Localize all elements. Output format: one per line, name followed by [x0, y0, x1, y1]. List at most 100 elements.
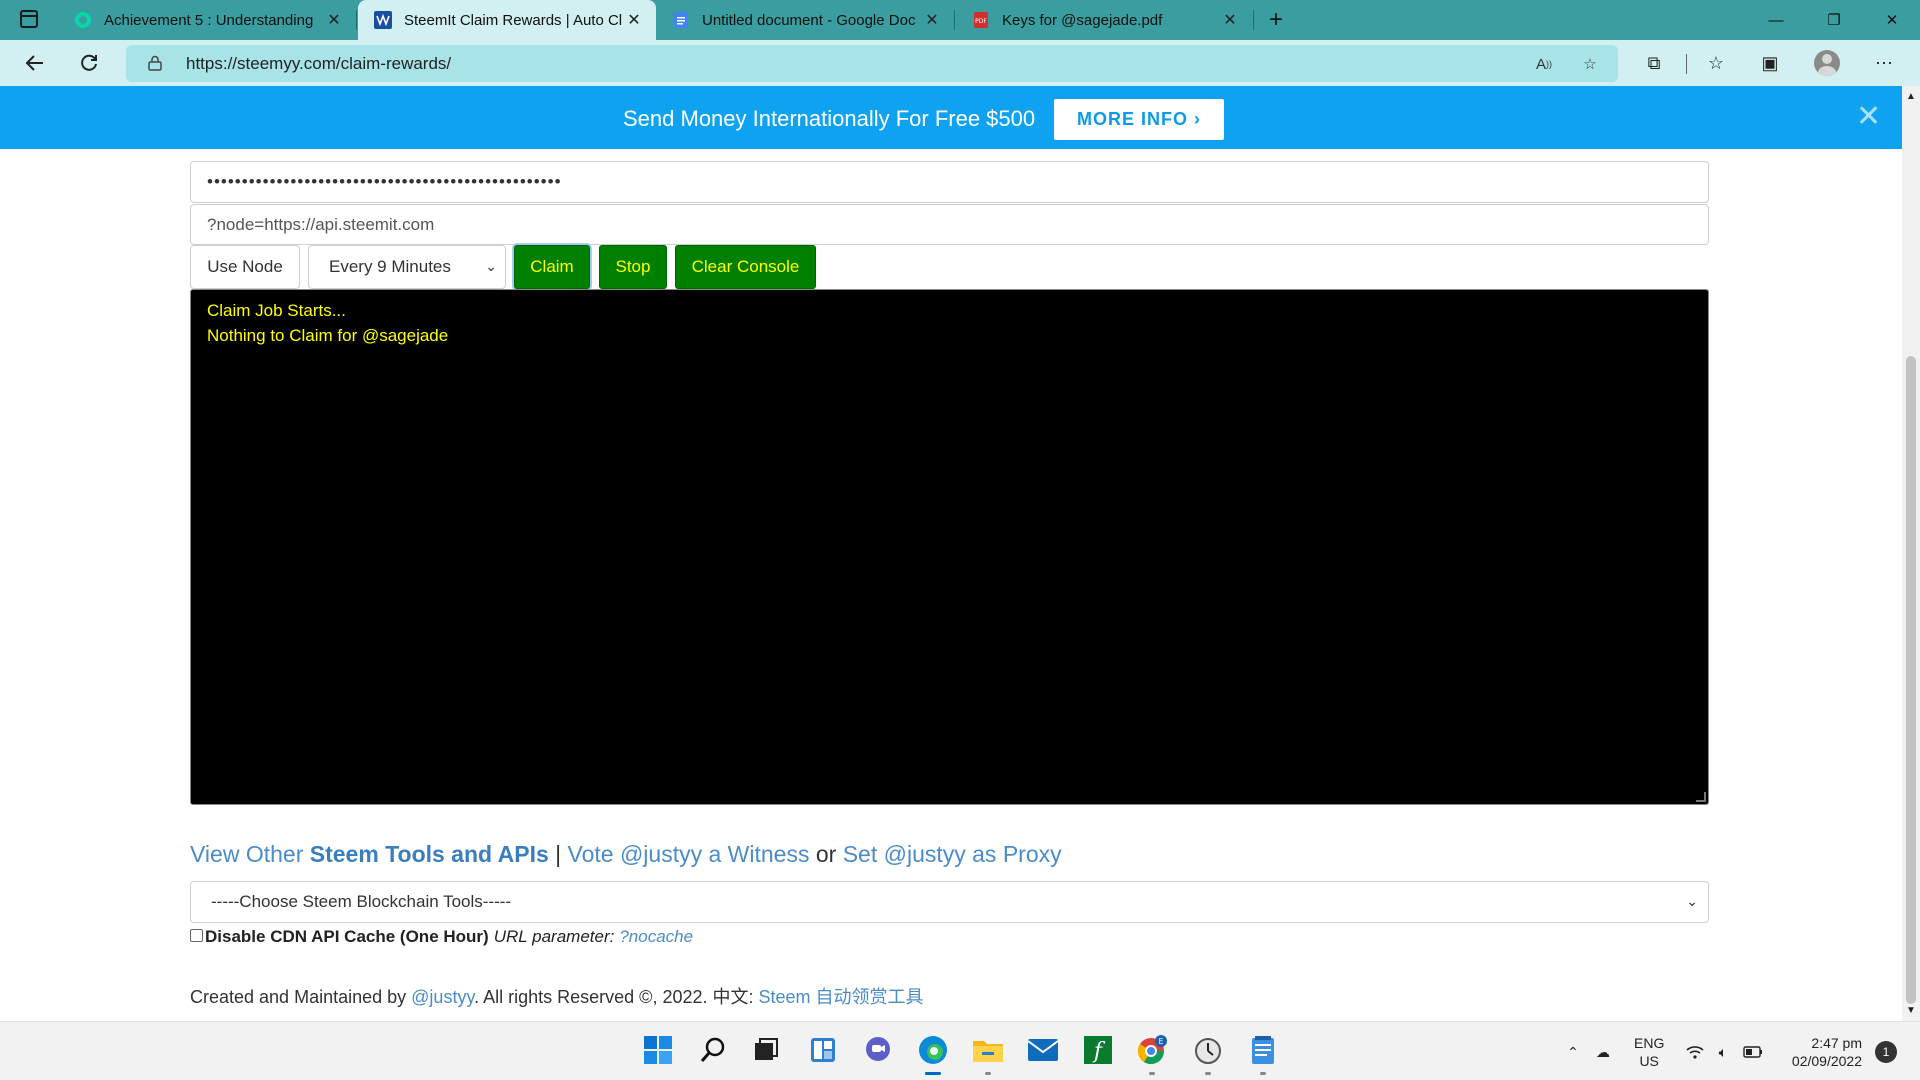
- tab-close-icon[interactable]: ✕: [322, 8, 346, 32]
- volume-icon[interactable]: 🔈︎: [1712, 1042, 1734, 1062]
- console-line: Nothing to Claim for @sagejade: [207, 326, 449, 345]
- footer-middle: . All rights Reserved ©, 2022. 中文:: [474, 987, 759, 1007]
- widgets-icon[interactable]: [805, 1032, 841, 1068]
- interval-selected-value: Every 9 Minutes: [329, 257, 451, 276]
- console-output[interactable]: Claim Job Starts... Nothing to Claim for…: [190, 289, 1709, 805]
- disable-cdn-checkbox[interactable]: [190, 928, 203, 942]
- favorites-icon[interactable]: ☆: [1702, 49, 1730, 77]
- nocache-link[interactable]: ?nocache: [619, 927, 693, 947]
- extensions-puzzle-icon[interactable]: ⧉: [1640, 49, 1668, 77]
- ad-banner: Send Money Internationally For Free $500…: [0, 86, 1902, 149]
- node-input[interactable]: ?node=https://api.steemit.com: [190, 204, 1709, 245]
- tab-close-icon[interactable]: ✕: [622, 8, 646, 32]
- collections-icon[interactable]: ▣: [1756, 49, 1784, 77]
- view-other-link-text[interactable]: View Other: [190, 841, 310, 867]
- edge-browser-icon[interactable]: [915, 1032, 951, 1068]
- chevron-down-icon: ⌄: [1686, 893, 1698, 909]
- f-app-icon[interactable]: f: [1080, 1032, 1116, 1068]
- url-parameter-label: URL parameter:: [493, 927, 615, 946]
- running-app-indicator: [1260, 1072, 1266, 1075]
- ad-more-info-button[interactable]: MORE INFO ›: [1054, 99, 1224, 140]
- clock-app-icon[interactable]: [1190, 1032, 1226, 1068]
- scroll-thumb[interactable]: [1906, 356, 1916, 1004]
- scroll-down-arrow-icon[interactable]: ▼: [1906, 1006, 1916, 1016]
- browser-toolbar: https://steemyy.com/claim-rewards/ A)) ☆…: [0, 40, 1920, 86]
- tab-close-icon[interactable]: ✕: [1218, 8, 1242, 32]
- chrome-profile-icon[interactable]: E: [1134, 1032, 1170, 1068]
- url-text: https://steemyy.com/claim-rewards/: [186, 54, 452, 73]
- region-code: US: [1639, 1053, 1659, 1069]
- ad-close-icon[interactable]: ✕: [1856, 102, 1881, 132]
- running-app-indicator: [1149, 1072, 1155, 1075]
- tab-close-icon[interactable]: ✕: [920, 8, 944, 32]
- show-hidden-icons-chevron-icon[interactable]: ⌃: [1562, 1042, 1584, 1062]
- steemyy-favicon-icon: [374, 11, 392, 29]
- tab-google-doc[interactable]: Untitled document - Google Doc ✕: [656, 0, 954, 40]
- active-app-indicator: [925, 1072, 941, 1075]
- windows-start-icon[interactable]: [640, 1032, 676, 1068]
- read-aloud-icon[interactable]: A)): [1532, 52, 1556, 76]
- restore-icon[interactable]: ❐: [1806, 0, 1862, 40]
- taskbar-clock[interactable]: 2:47 pm 02/09/2022: [1782, 1034, 1862, 1070]
- use-node-button[interactable]: Use Node: [190, 245, 300, 289]
- profile-avatar[interactable]: [1814, 50, 1840, 76]
- close-window-icon[interactable]: ✕: [1864, 0, 1920, 40]
- stop-button[interactable]: Stop: [599, 245, 667, 289]
- chevron-down-icon: ⌄: [485, 258, 497, 274]
- claim-button[interactable]: Claim: [514, 245, 590, 289]
- tab-keys-pdf[interactable]: PDF Keys for @sagejade.pdf ✕: [956, 0, 1252, 40]
- teams-chat-icon[interactable]: [860, 1032, 896, 1068]
- console-line: Claim Job Starts...: [207, 301, 346, 320]
- file-explorer-icon[interactable]: [970, 1032, 1006, 1068]
- pdf-favicon-icon: PDF: [974, 12, 988, 28]
- mail-icon[interactable]: [1025, 1032, 1061, 1068]
- chinese-tool-link[interactable]: Steem 自动领赏工具: [759, 987, 924, 1007]
- address-bar[interactable]: https://steemyy.com/claim-rewards/ A)) ☆: [126, 45, 1618, 82]
- link-separator: |: [548, 841, 568, 867]
- battery-icon[interactable]: [1742, 1042, 1764, 1062]
- footer-prefix: Created and Maintained by: [190, 987, 412, 1007]
- tab-label: SteemIt Claim Rewards | Auto Cl: [404, 11, 622, 29]
- cdn-cache-option: Disable CDN API Cache (One Hour) URL par…: [190, 927, 693, 947]
- posting-key-input[interactable]: ••••••••••••••••••••••••••••••••••••••••…: [190, 161, 1709, 203]
- clock-time: 2:47 pm: [1811, 1035, 1862, 1051]
- tab-actions-icon[interactable]: [12, 8, 46, 32]
- set-proxy-link[interactable]: Set @justyy as Proxy: [843, 841, 1062, 867]
- page-footer: Created and Maintained by @justyy. All r…: [190, 983, 924, 1009]
- notification-badge[interactable]: 1: [1875, 1041, 1897, 1063]
- add-favorite-star-icon[interactable]: ☆: [1578, 52, 1602, 76]
- scroll-up-arrow-icon[interactable]: ▲: [1906, 92, 1916, 102]
- task-view-icon[interactable]: [748, 1032, 784, 1068]
- tab-steemit-claim-rewards[interactable]: SteemIt Claim Rewards | Auto Cl ✕: [358, 0, 656, 40]
- svg-text:PDF: PDF: [975, 18, 987, 25]
- new-tab-plus-icon[interactable]: +: [1262, 6, 1290, 34]
- tab-label: Keys for @sagejade.pdf: [1002, 11, 1163, 29]
- tab-achievement[interactable]: Achievement 5 : Understanding ✕: [58, 0, 356, 40]
- running-app-indicator: [985, 1072, 991, 1075]
- svg-text:E: E: [1158, 1037, 1163, 1046]
- page-scrollbar[interactable]: ▲ ▼: [1902, 86, 1920, 1021]
- toolbar-divider: [1686, 54, 1687, 74]
- wifi-icon[interactable]: [1684, 1042, 1706, 1062]
- language-indicator[interactable]: ENG US: [1634, 1034, 1664, 1070]
- tab-divider: [1253, 10, 1254, 30]
- back-arrow-icon[interactable]: [18, 46, 52, 80]
- search-icon[interactable]: [695, 1032, 731, 1068]
- author-link[interactable]: @justyy: [411, 987, 474, 1007]
- vote-witness-link[interactable]: Vote @justyy a Witness: [568, 841, 810, 867]
- more-menu-icon[interactable]: ⋯: [1870, 49, 1898, 77]
- resize-grip-icon[interactable]: [1696, 792, 1706, 802]
- notepad-icon[interactable]: [1245, 1032, 1281, 1068]
- steem-tools-link[interactable]: Steem Tools and APIs: [310, 841, 549, 867]
- steem-tools-select[interactable]: -----Choose Steem Blockchain Tools----- …: [190, 881, 1709, 923]
- onedrive-cloud-icon[interactable]: ☁: [1592, 1042, 1614, 1062]
- refresh-icon[interactable]: [72, 46, 106, 80]
- tab-label: Untitled document - Google Doc: [702, 11, 916, 29]
- lock-icon: [148, 55, 162, 71]
- google-docs-favicon-icon: [674, 12, 688, 28]
- interval-select[interactable]: Every 9 Minutes ⌄: [308, 245, 506, 289]
- clear-console-button[interactable]: Clear Console: [675, 245, 816, 289]
- minimize-icon[interactable]: —: [1748, 0, 1804, 40]
- running-app-indicator: [1205, 1072, 1211, 1075]
- steemit-favicon-icon: [75, 12, 91, 28]
